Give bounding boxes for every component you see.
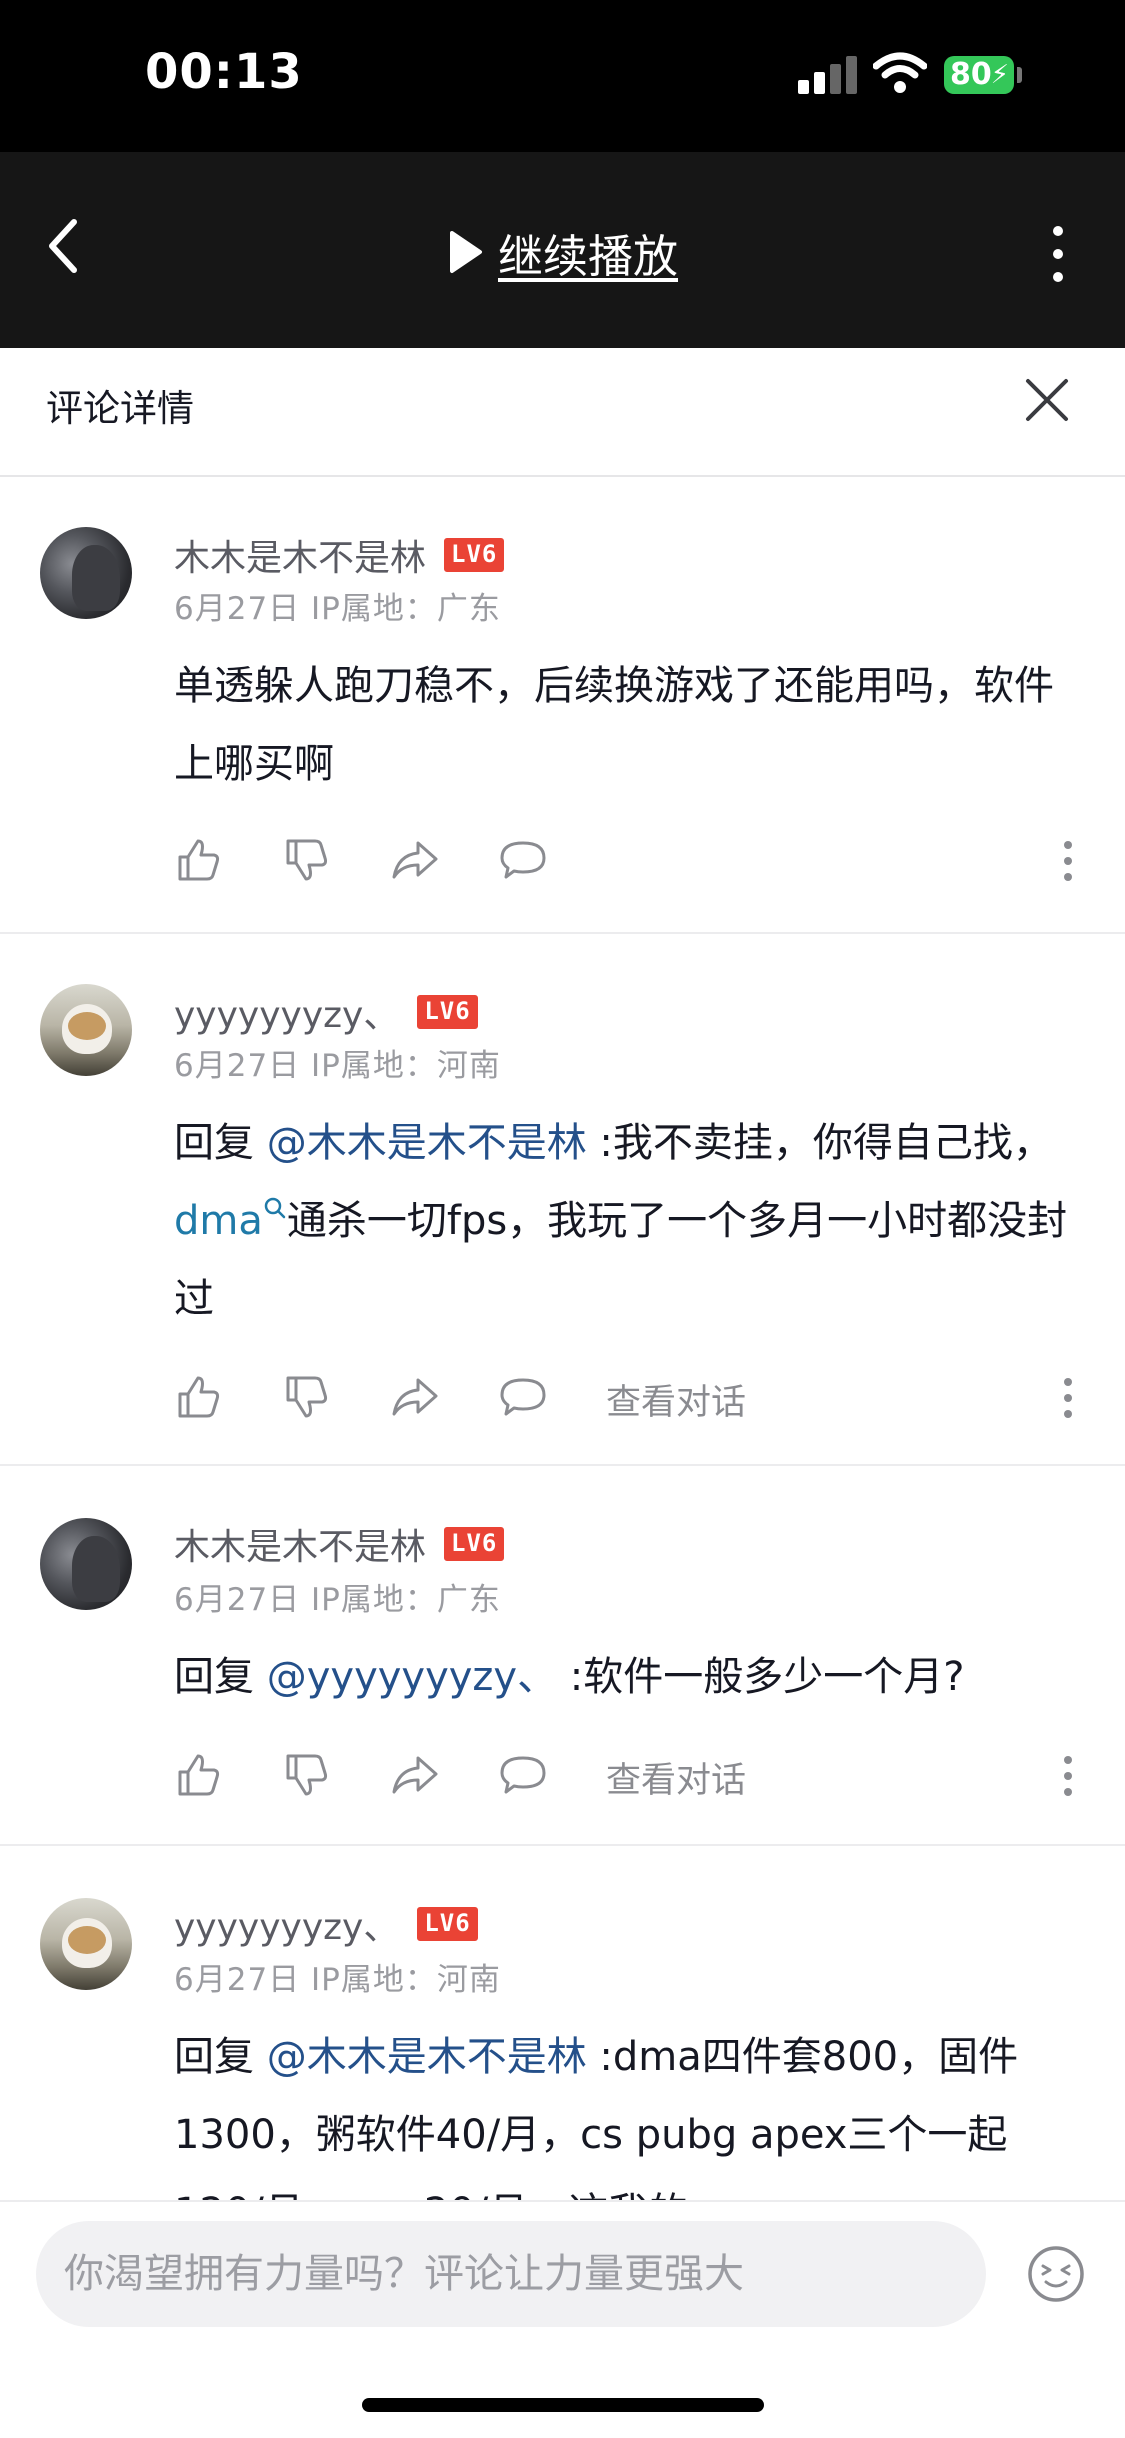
avatar[interactable] <box>40 1518 132 1610</box>
reply-prefix: 回复 <box>174 2034 267 2080</box>
comment-input[interactable]: 你渴望拥有力量吗？评论让力量更强大 <box>36 2221 986 2327</box>
like-icon[interactable] <box>174 835 224 885</box>
comment-meta: 6月27日 IP属地：河南 <box>174 1962 501 1998</box>
share-icon[interactable] <box>390 835 440 885</box>
battery-icon: 80 ⚡ <box>944 56 1014 94</box>
mention-link[interactable]: @木木是木不是林 <box>267 1120 587 1166</box>
comment-item: 木木是木不是林 LV6 6月27日 IP属地：广东 回复 @yyyyyyyzy、… <box>0 1466 1125 1846</box>
comment-text: 回复 @木木是木不是林 :我不卖挂，你得自己找， dma 通杀一切fps，我玩了一个… <box>174 1104 1074 1338</box>
like-icon[interactable] <box>174 1750 224 1800</box>
comment-text-part: 通杀一切fps，我玩了一个多月一小时都没封过 <box>174 1198 1068 1322</box>
comment-actions <box>174 835 1074 885</box>
comment-username[interactable]: 木木是木不是林 LV6 <box>174 1518 505 1570</box>
comment-username[interactable]: yyyyyyyzy、 LV6 <box>174 986 478 1038</box>
username-text: 木木是木不是林 <box>174 1527 427 1568</box>
level-badge: LV6 <box>417 1907 478 1941</box>
comment-username[interactable]: 木木是木不是林 LV6 <box>174 529 505 581</box>
comment-meta: 6月27日 IP属地：河南 <box>174 1048 501 1084</box>
reply-comment-icon[interactable] <box>498 1372 548 1422</box>
avatar[interactable] <box>40 984 132 1076</box>
dislike-icon[interactable] <box>282 1372 332 1422</box>
keyword-text: dma <box>174 1198 263 1244</box>
like-icon[interactable] <box>174 1372 224 1422</box>
search-keyword-link[interactable]: dma <box>174 1197 287 1244</box>
more-options-icon[interactable] <box>1048 226 1068 282</box>
mention-link[interactable]: @木木是木不是林 <box>267 2034 587 2080</box>
comment-more-icon[interactable] <box>1062 841 1074 891</box>
mention-link[interactable]: @yyyyyyyzy、 <box>267 1654 557 1700</box>
back-arrow-icon[interactable] <box>44 216 84 276</box>
battery-level: 80 <box>950 57 992 92</box>
avatar[interactable] <box>40 527 132 619</box>
username-text: yyyyyyyzy、 <box>174 995 400 1036</box>
page-title: 评论详情 <box>46 387 194 430</box>
close-icon[interactable] <box>1020 373 1074 427</box>
reply-prefix: 回复 <box>174 1654 267 1700</box>
comment-meta: 6月27日 IP属地：广东 <box>174 1582 501 1618</box>
comment-item: yyyyyyyzy、 LV6 6月27日 IP属地：河南 回复 @木木是木不是林… <box>0 1846 1125 2246</box>
comment-actions: 查看对话 <box>174 1750 1074 1803</box>
comment-more-icon[interactable] <box>1062 1378 1074 1428</box>
comment-detail-header: 评论详情 <box>0 348 1125 477</box>
share-icon[interactable] <box>390 1750 440 1800</box>
comment-actions: 查看对话 <box>174 1372 1074 1425</box>
dislike-icon[interactable] <box>282 835 332 885</box>
level-badge: LV6 <box>444 1527 505 1561</box>
dislike-icon[interactable] <box>282 1750 332 1800</box>
comment-text: 单透躲人跑刀稳不，后续换游戏了还能用吗，软件上哪买啊 <box>174 663 1054 787</box>
reply-comment-icon[interactable] <box>498 835 548 885</box>
emoji-icon[interactable] <box>1026 2244 1086 2304</box>
search-icon <box>264 1197 286 1219</box>
level-badge: LV6 <box>417 995 478 1029</box>
comment-text-part: :软件一般多少一个月? <box>557 1654 965 1700</box>
reply-prefix: 回复 <box>174 1120 267 1166</box>
top-nav-bar: 继续播放 <box>0 152 1125 348</box>
username-text: yyyyyyyzy、 <box>174 1907 400 1948</box>
view-conversation-link[interactable]: 查看对话 <box>606 1374 746 1425</box>
home-indicator <box>362 2398 764 2412</box>
comment-text: 回复 @yyyyyyyzy、 :软件一般多少一个月? <box>174 1638 1074 1716</box>
username-text: 木木是木不是林 <box>174 538 427 579</box>
continue-playing-button[interactable]: 继续播放 <box>446 222 679 283</box>
battery-tip <box>1017 67 1022 83</box>
view-conversation-link[interactable]: 查看对话 <box>606 1752 746 1803</box>
comment-item: yyyyyyyzy、 LV6 6月27日 IP属地：河南 回复 @木木是木不是林… <box>0 934 1125 1466</box>
comment-item: 木木是木不是林 LV6 6月27日 IP属地：广东 单透躲人跑刀稳不，后续换游戏… <box>0 477 1125 934</box>
play-icon <box>450 231 482 273</box>
wifi-icon <box>873 52 927 93</box>
status-bar: 00:13 80 ⚡ <box>0 0 1125 152</box>
comment-username[interactable]: yyyyyyyzy、 LV6 <box>174 1898 478 1950</box>
comment-meta: 6月27日 IP属地：广东 <box>174 591 501 627</box>
level-badge: LV6 <box>444 538 505 572</box>
status-time: 00:13 <box>145 44 303 100</box>
continue-playing-label: 继续播放 <box>498 229 679 283</box>
avatar[interactable] <box>40 1898 132 1990</box>
comment-text-part: :我不卖挂，你得自己找， <box>586 1120 1053 1166</box>
reply-comment-icon[interactable] <box>498 1750 548 1800</box>
charging-bolt-icon: ⚡ <box>990 60 1009 90</box>
share-icon[interactable] <box>390 1372 440 1422</box>
cellular-signal-icon <box>798 56 858 94</box>
comment-input-bar: 你渴望拥有力量吗？评论让力量更强大 <box>0 2200 1125 2438</box>
comment-more-icon[interactable] <box>1062 1756 1074 1806</box>
